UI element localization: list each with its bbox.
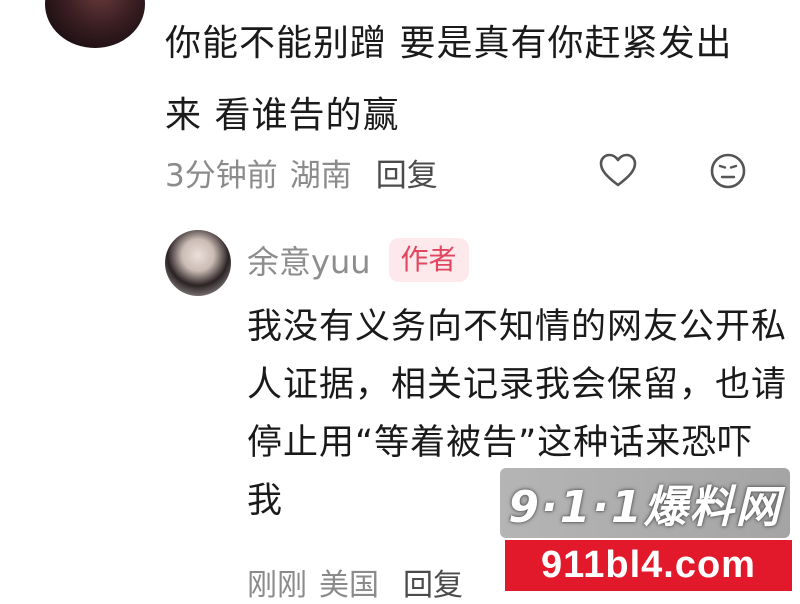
comment-meta: 3分钟前 湖南 回复	[165, 150, 438, 194]
emoji-icon[interactable]	[708, 151, 748, 191]
comment-location: 湖南	[289, 157, 352, 194]
commenter-avatar[interactable]	[45, 0, 145, 48]
heart-icon[interactable]	[598, 151, 638, 191]
comment-time: 3分钟前	[165, 157, 278, 194]
reply-location: 美国	[319, 568, 379, 603]
reply-time: 刚刚	[247, 568, 307, 603]
reply-reply-button[interactable]: 回复	[403, 560, 463, 604]
reply-meta: 刚刚 美国 回复	[247, 560, 463, 604]
author-badge: 作者	[388, 238, 469, 282]
reply-header: 余意yuu 作者	[247, 234, 469, 286]
comment-reply-button[interactable]: 回复	[376, 150, 438, 195]
watermark-url: 911bl4.com	[505, 540, 792, 591]
watermark-brand: 9·1·1爆料网	[500, 468, 790, 538]
author-avatar[interactable]	[165, 230, 231, 296]
author-name[interactable]: 余意yuu	[247, 237, 371, 283]
comment-text: 你能不能别蹭 要是真有你赶紧发出来 看谁告的赢	[165, 23, 733, 136]
